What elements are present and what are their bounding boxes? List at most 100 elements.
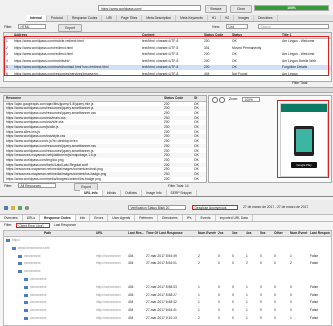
table-row[interactable]: xxxxxxxxxx: [4, 268, 331, 276]
verification-select[interactable]: Verification Status Bisiti 20: [128, 205, 186, 210]
table-row[interactable]: xxxxxxxxxx http://xxxxxxxxxx 404 27-mar-201…: [4, 307, 331, 315]
folder-icon[interactable]: [24, 278, 28, 281]
import-icon[interactable]: [18, 206, 22, 210]
col-num-events[interactable]: Num Events: [198, 231, 216, 236]
tab-meta-description[interactable]: Meta Description: [142, 15, 177, 21]
table-row[interactable]: xxxxxxxxxx http://xxxxxxxxxx 404 27-mar-201…: [4, 292, 331, 300]
col-5xx[interactable]: 5xx: [260, 231, 272, 236]
col-resource-status[interactable]: St: [194, 96, 206, 101]
tab-inlinks[interactable]: Inlinks: [103, 190, 122, 196]
tab-response-codes[interactable]: Response Codes: [68, 15, 103, 21]
project-select[interactable]: Desglose Anonymous: [192, 205, 238, 210]
col-num-event[interactable]: Num Event: [290, 231, 308, 236]
tab-directories[interactable]: Directories: [158, 215, 183, 221]
folder-icon[interactable]: [12, 246, 16, 250]
tab-h1[interactable]: H1: [208, 15, 222, 21]
tab-h2[interactable]: H2: [221, 15, 235, 21]
date-range[interactable]: 27 de marzo de 2017 - 27 de marzo de 201…: [243, 205, 331, 210]
folder-icon[interactable]: [24, 293, 28, 297]
zoom-in-icon[interactable]: [219, 97, 225, 103]
table-cell: 0: [274, 284, 276, 289]
col-4xx[interactable]: 4xx: [246, 231, 258, 236]
tab-url-info[interactable]: URL Info: [80, 190, 103, 196]
table-cell: 0: [232, 292, 234, 297]
table-row[interactable]: www.xxxxxxxxxx.com: [4, 245, 331, 253]
table-row[interactable]: http://: [4, 237, 331, 245]
tab-errors[interactable]: Errors: [90, 215, 109, 221]
tab-referrers[interactable]: Referrers: [135, 215, 158, 221]
tab-urls[interactable]: URLs: [23, 215, 40, 221]
zoom-out-icon[interactable]: [212, 97, 218, 103]
folder-icon[interactable]: [18, 254, 22, 258]
view-select[interactable]: List: [226, 24, 248, 29]
pane-splitter[interactable]: [0, 87, 333, 93]
lower-filter-select[interactable]: Client Error (4xx): [16, 223, 50, 228]
tab-meta-keywords[interactable]: Meta Keywords: [176, 15, 208, 21]
tab-serp-snippet[interactable]: SERP Snippet: [167, 190, 197, 196]
table-row[interactable]: xxxxxxxxxx http://xxxxxxxxxx 404 27-mar-201…: [4, 299, 331, 307]
table-cell: 0: [260, 261, 262, 266]
table-cell: http://xxxxxxxxxx: [96, 292, 121, 297]
browse-button[interactable]: Browse: [205, 5, 227, 13]
tab-images[interactable]: Images: [234, 15, 255, 21]
tab-internal[interactable]: Internal: [26, 15, 47, 21]
tab-user-agents[interactable]: User Agents: [108, 215, 136, 221]
table-row[interactable]: xxxxxxxxxx http://xxxxxxxxxx 404 27-mar-201…: [4, 315, 331, 323]
settings-icon[interactable]: [25, 206, 29, 210]
tab-uri[interactable]: URI: [102, 15, 118, 21]
filter-select[interactable]: HTML: [18, 24, 46, 29]
table-row[interactable]: xxxxxxxxxx http://xxxxxxxxxx 404 27-mar-201…: [4, 260, 331, 268]
tab-lower-response-codes[interactable]: Response Codes: [40, 215, 76, 221]
col-time-last-response[interactable]: Time Of Last Response: [146, 231, 196, 236]
list-item[interactable]: https://www.worldpass.com/media/images/c…: [4, 177, 206, 182]
search-input[interactable]: Search: [258, 24, 329, 29]
table-cell: OK: [194, 176, 199, 181]
col-url[interactable]: URL: [96, 231, 126, 236]
tab-page-titles[interactable]: Page Titles: [117, 15, 143, 21]
tab-imported-url-data[interactable]: Imported URL Data: [216, 215, 253, 221]
folder-icon[interactable]: [18, 270, 22, 274]
clear-button[interactable]: Clear: [230, 5, 252, 13]
col-path[interactable]: Path: [44, 231, 74, 236]
table-cell: 0: [274, 316, 276, 320]
table-row[interactable]: xxxxxxxxxx: [4, 276, 331, 284]
open-project-icon[interactable]: [11, 206, 15, 210]
table-row[interactable]: xxxxxxxxxx http://xxxxxxxxxx 404 27-mar-201…: [4, 284, 331, 292]
folder-icon[interactable]: [18, 262, 22, 266]
tab-events[interactable]: Events: [196, 215, 216, 221]
table-cell: 0: [232, 316, 234, 320]
tab-directives[interactable]: Directives: [254, 15, 278, 21]
tab-ips[interactable]: IPs: [183, 215, 197, 221]
table-cell: 27-mar-2017 8:58:03: [146, 284, 177, 289]
folder-icon[interactable]: [24, 301, 28, 305]
table-cell: 0: [218, 253, 220, 258]
url-input[interactable]: https://www.worldpass.com/: [98, 5, 201, 11]
table-cell: 1: [246, 253, 248, 258]
folder-icon[interactable]: [24, 309, 28, 313]
folder-icon[interactable]: [6, 239, 10, 242]
new-project-icon[interactable]: [4, 206, 8, 210]
resource-filter-select[interactable]: All Resources: [18, 183, 56, 188]
tab-outlinks[interactable]: Outlinks: [121, 190, 142, 196]
folder-icon[interactable]: [24, 317, 28, 320]
col-resource[interactable]: Resource: [6, 96, 156, 101]
zoom-select[interactable]: 100%: [242, 97, 260, 102]
col-last-res[interactable]: Last Res...: [128, 231, 144, 236]
folder-icon[interactable]: [24, 285, 28, 289]
col-last-respons[interactable]: Last Respons: [310, 231, 330, 236]
col-3xx[interactable]: 3xx: [232, 231, 244, 236]
table-row[interactable]: xxxxxxxxxx http://xxxxxxxxxx 404 27-mar-201…: [4, 253, 331, 261]
tab-protocol[interactable]: Protocol: [47, 15, 69, 21]
col-2xx[interactable]: 2xx: [218, 231, 230, 236]
export-button[interactable]: Export: [58, 24, 82, 32]
table-cell: 0: [232, 284, 234, 289]
table-cell: 404: [128, 308, 134, 313]
tab-info[interactable]: Info: [76, 215, 91, 221]
tab-overview[interactable]: Overview: [0, 215, 23, 221]
bottom-tabs: URL Info Inlinks Outlinks Image Info SERP Sn…: [80, 190, 197, 196]
col-resource-status-code[interactable]: Status Code: [164, 96, 190, 101]
tab-image-info[interactable]: Image Info: [142, 190, 167, 196]
table-cell: 2: [246, 261, 248, 266]
col-other[interactable]: Other: [274, 231, 288, 236]
store-badge[interactable]: Google Play: [291, 162, 317, 168]
